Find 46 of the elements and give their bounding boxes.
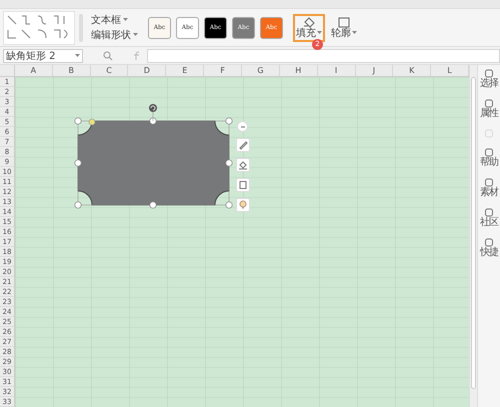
caret-icon [352, 31, 357, 35]
sidebar-item[interactable]: 选择 [478, 69, 500, 89]
column-header[interactable]: A [14, 65, 53, 76]
column-header[interactable]: F [204, 65, 242, 76]
sidebar-item[interactable]: 社区 [478, 208, 500, 228]
paint-bucket-icon [302, 16, 316, 28]
caret-icon [133, 33, 138, 37]
column-header[interactable]: G [242, 65, 280, 76]
outline-square-icon [338, 16, 350, 28]
fill-button[interactable]: 填充 [293, 14, 325, 42]
column-header[interactable]: K [393, 65, 432, 76]
sidebar-item[interactable]: 快捷 [478, 238, 500, 258]
connector-gallery-drawing[interactable] [3, 10, 75, 44]
sidebar-item[interactable]: 素材 [478, 178, 500, 198]
vertical-scrollbar[interactable] [469, 65, 477, 407]
caret-icon [123, 18, 128, 22]
outline-button[interactable]: 轮廓 [329, 14, 359, 40]
zoom-icon[interactable] [103, 50, 113, 60]
pen-tool-icon[interactable] [236, 138, 250, 152]
name-box[interactable]: 缺角矩形 2 [3, 48, 83, 62]
panel-icon [484, 238, 494, 247]
column-header[interactable]: H [280, 65, 318, 76]
edit-shape-button[interactable]: 编辑形状 [89, 28, 140, 42]
panel-icon [484, 99, 494, 108]
caret-icon [75, 54, 80, 58]
minus-tool-icon[interactable] [237, 121, 248, 132]
panel-icon [484, 178, 494, 187]
fill-tool-icon[interactable] [236, 158, 250, 172]
sidebar-item[interactable]: 属性 [478, 99, 500, 119]
caret-icon [317, 31, 322, 35]
column-header[interactable]: C [90, 65, 128, 76]
text-box-button[interactable]: 文本框 [89, 14, 140, 26]
formula-input[interactable] [147, 48, 500, 62]
function-icon[interactable] [133, 50, 141, 60]
cell-grid[interactable] [15, 77, 470, 407]
selection-handles[interactable] [74, 104, 233, 209]
column-header[interactable]: B [52, 65, 91, 76]
outline-tool-icon[interactable] [236, 178, 250, 192]
column-header[interactable]: I [318, 65, 356, 76]
bulb-tool-icon[interactable] [236, 198, 250, 212]
sidebar-item[interactable]: 帮助 [478, 148, 500, 168]
column-header[interactable]: J [356, 65, 394, 76]
panel-icon [484, 69, 494, 78]
panel-icon [484, 208, 494, 217]
column-header[interactable]: D [128, 65, 166, 76]
column-header[interactable]: E [166, 65, 204, 76]
